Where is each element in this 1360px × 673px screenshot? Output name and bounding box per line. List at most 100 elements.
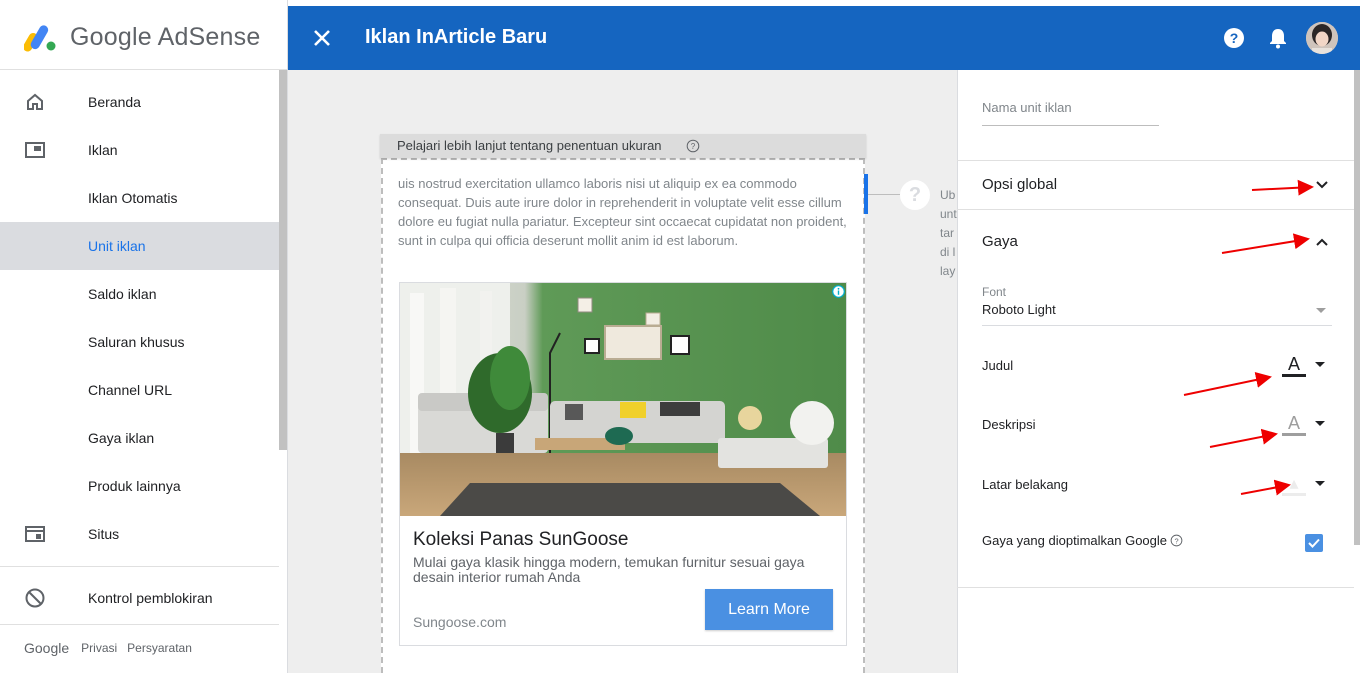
tip-line: tar [940, 226, 955, 240]
question-bubble-icon[interactable]: ? [900, 180, 930, 210]
ads-icon [25, 142, 45, 158]
checkmark-icon [1308, 538, 1320, 548]
help-circle-icon[interactable]: ? [1170, 534, 1183, 547]
dropdown-caret-icon [1315, 481, 1325, 486]
sidebar-item-beranda[interactable]: Beranda [0, 78, 279, 126]
divider [957, 209, 1354, 210]
sidebar-item-iklan-otomatis[interactable]: Iklan Otomatis [0, 174, 279, 222]
chevron-up-icon[interactable] [1315, 235, 1329, 249]
background-color-picker[interactable]: ▴ [1282, 473, 1328, 499]
sample-article-text: uis nostrud exercitation ullamco laboris… [398, 176, 847, 248]
description-color-picker[interactable]: A [1282, 413, 1328, 439]
sidebar-item-kontrol-pemblokiran[interactable]: Kontrol pemblokiran [0, 574, 279, 622]
sidebar-item-label: Iklan [88, 142, 118, 158]
sidebar: Google AdSense Beranda Iklan Iklan Otoma… [0, 0, 288, 673]
google-optimized-checkbox[interactable] [1305, 534, 1323, 552]
sidebar-item-saluran-khusus[interactable]: Saluran khusus [0, 318, 279, 366]
terms-link[interactable]: Persyaratan [127, 641, 192, 655]
sidebar-item-label: Unit iklan [88, 238, 146, 254]
logo-text: Google AdSense [70, 22, 261, 51]
google-optimized-label: Gaya yang dioptimalkan Google? [982, 533, 1183, 548]
sidebar-item-produk-lainnya[interactable]: Produk lainnya [0, 462, 279, 510]
sidebar-item-situs[interactable]: Situs [0, 510, 279, 558]
text-color-icon: A [1287, 354, 1300, 374]
svg-text:?: ? [691, 142, 696, 151]
page-title: Iklan InArticle Baru [365, 26, 548, 48]
color-swatch [1282, 493, 1306, 496]
title-color-picker[interactable]: A [1282, 354, 1328, 380]
privacy-link[interactable]: Privasi [81, 641, 117, 655]
block-icon [25, 588, 45, 608]
font-select[interactable]: Roboto Light [982, 302, 1332, 326]
adsense-logo[interactable]: Google AdSense [24, 20, 260, 54]
sidebar-item-channel-url[interactable]: Channel URL [0, 366, 279, 414]
size-hint-banner[interactable]: Pelajari lebih lanjut tentang penentuan … [380, 134, 866, 158]
chevron-down-icon[interactable] [1315, 178, 1329, 192]
tip-line: unt [940, 207, 957, 221]
google-optimized-text: Gaya yang dioptimalkan Google [982, 533, 1168, 548]
sidebar-nav: Beranda Iklan Iklan Otomatis Unit iklan … [0, 78, 279, 558]
close-icon[interactable] [310, 26, 334, 50]
placement-tip: Ub unt tar di l lay [940, 186, 957, 281]
sidebar-item-label: Iklan Otomatis [88, 190, 178, 206]
dropdown-caret-icon [1316, 308, 1326, 313]
sidebar-scrollbar[interactable] [279, 70, 287, 450]
sidebar-item-unit-iklan[interactable]: Unit iklan [0, 222, 279, 270]
help-icon[interactable]: ? [1223, 27, 1245, 49]
ad-unit-name-placeholder: Nama unit iklan [982, 100, 1072, 115]
divider [0, 69, 287, 70]
home-icon [27, 93, 43, 110]
adchoices-info-icon[interactable] [832, 285, 845, 298]
avatar-image [1306, 22, 1338, 54]
divider [957, 587, 1354, 588]
sidebar-item-gaya-iklan[interactable]: Gaya iklan [0, 414, 279, 462]
sidebar-item-label: Channel URL [88, 382, 173, 398]
background-color-label: Latar belakang [982, 477, 1069, 492]
color-swatch [1282, 374, 1306, 377]
sidebar-item-label: Gaya iklan [88, 430, 155, 446]
font-selected-value: Roboto Light [982, 302, 1056, 317]
global-options-header[interactable]: Opsi global [982, 176, 1057, 193]
dropdown-caret-icon [1315, 362, 1325, 367]
app-header: Iklan InArticle Baru ? [288, 6, 1360, 70]
sidebar-footer: Google Privasi Persyaratan [24, 640, 192, 656]
sidebar-item-label: Beranda [88, 94, 141, 110]
avatar[interactable] [1306, 22, 1338, 54]
sidebar-item-iklan[interactable]: Iklan [0, 126, 279, 174]
notifications-icon[interactable] [1267, 27, 1289, 49]
adsense-logo-icon [24, 25, 56, 52]
size-hint-text: Pelajari lebih lanjut tentang penentuan … [397, 138, 662, 153]
font-label: Font [982, 285, 1007, 299]
ad-unit-name-input[interactable]: Nama unit iklan [982, 100, 1159, 126]
svg-text:?: ? [1174, 536, 1178, 545]
ad-domain[interactable]: Sungoose.com [413, 614, 506, 630]
color-swatch [1282, 433, 1306, 436]
sidebar-item-saldo-iklan[interactable]: Saldo iklan [0, 270, 279, 318]
google-logo: Google [24, 640, 70, 656]
text-color-icon: A [1287, 413, 1300, 433]
style-section-header[interactable]: Gaya [982, 233, 1018, 250]
sidebar-item-label: Saluran khusus [88, 334, 185, 350]
panel-scrollbar[interactable] [1354, 70, 1360, 545]
marker-connector [868, 194, 900, 195]
ad-title[interactable]: Koleksi Panas SunGoose [413, 529, 628, 551]
fill-color-icon: ▴ [1289, 473, 1299, 493]
divider [0, 566, 279, 567]
description-color-label: Deskripsi [982, 417, 1036, 432]
sidebar-item-label: Kontrol pemblokiran [88, 590, 213, 606]
sidebar-item-label: Situs [88, 526, 120, 542]
sidebar-item-label: Produk lainnya [88, 478, 181, 494]
learn-more-button[interactable]: Learn More [705, 589, 833, 630]
living-room-image [400, 283, 846, 516]
ad-image [400, 283, 846, 516]
ad-description: Mulai gaya klasik hingga modern, temukan… [413, 554, 805, 585]
ad-card[interactable]: Koleksi Panas SunGoose Mulai gaya klasik… [399, 282, 847, 646]
dropdown-caret-icon [1315, 421, 1325, 426]
help-circle-icon[interactable]: ? [686, 139, 700, 153]
tip-line: di l [940, 245, 956, 259]
sidebar-item-label: Saldo iklan [88, 286, 157, 302]
divider [957, 160, 1354, 161]
sites-icon [25, 526, 45, 542]
tip-line: lay [940, 264, 956, 278]
svg-text:?: ? [1230, 30, 1239, 46]
